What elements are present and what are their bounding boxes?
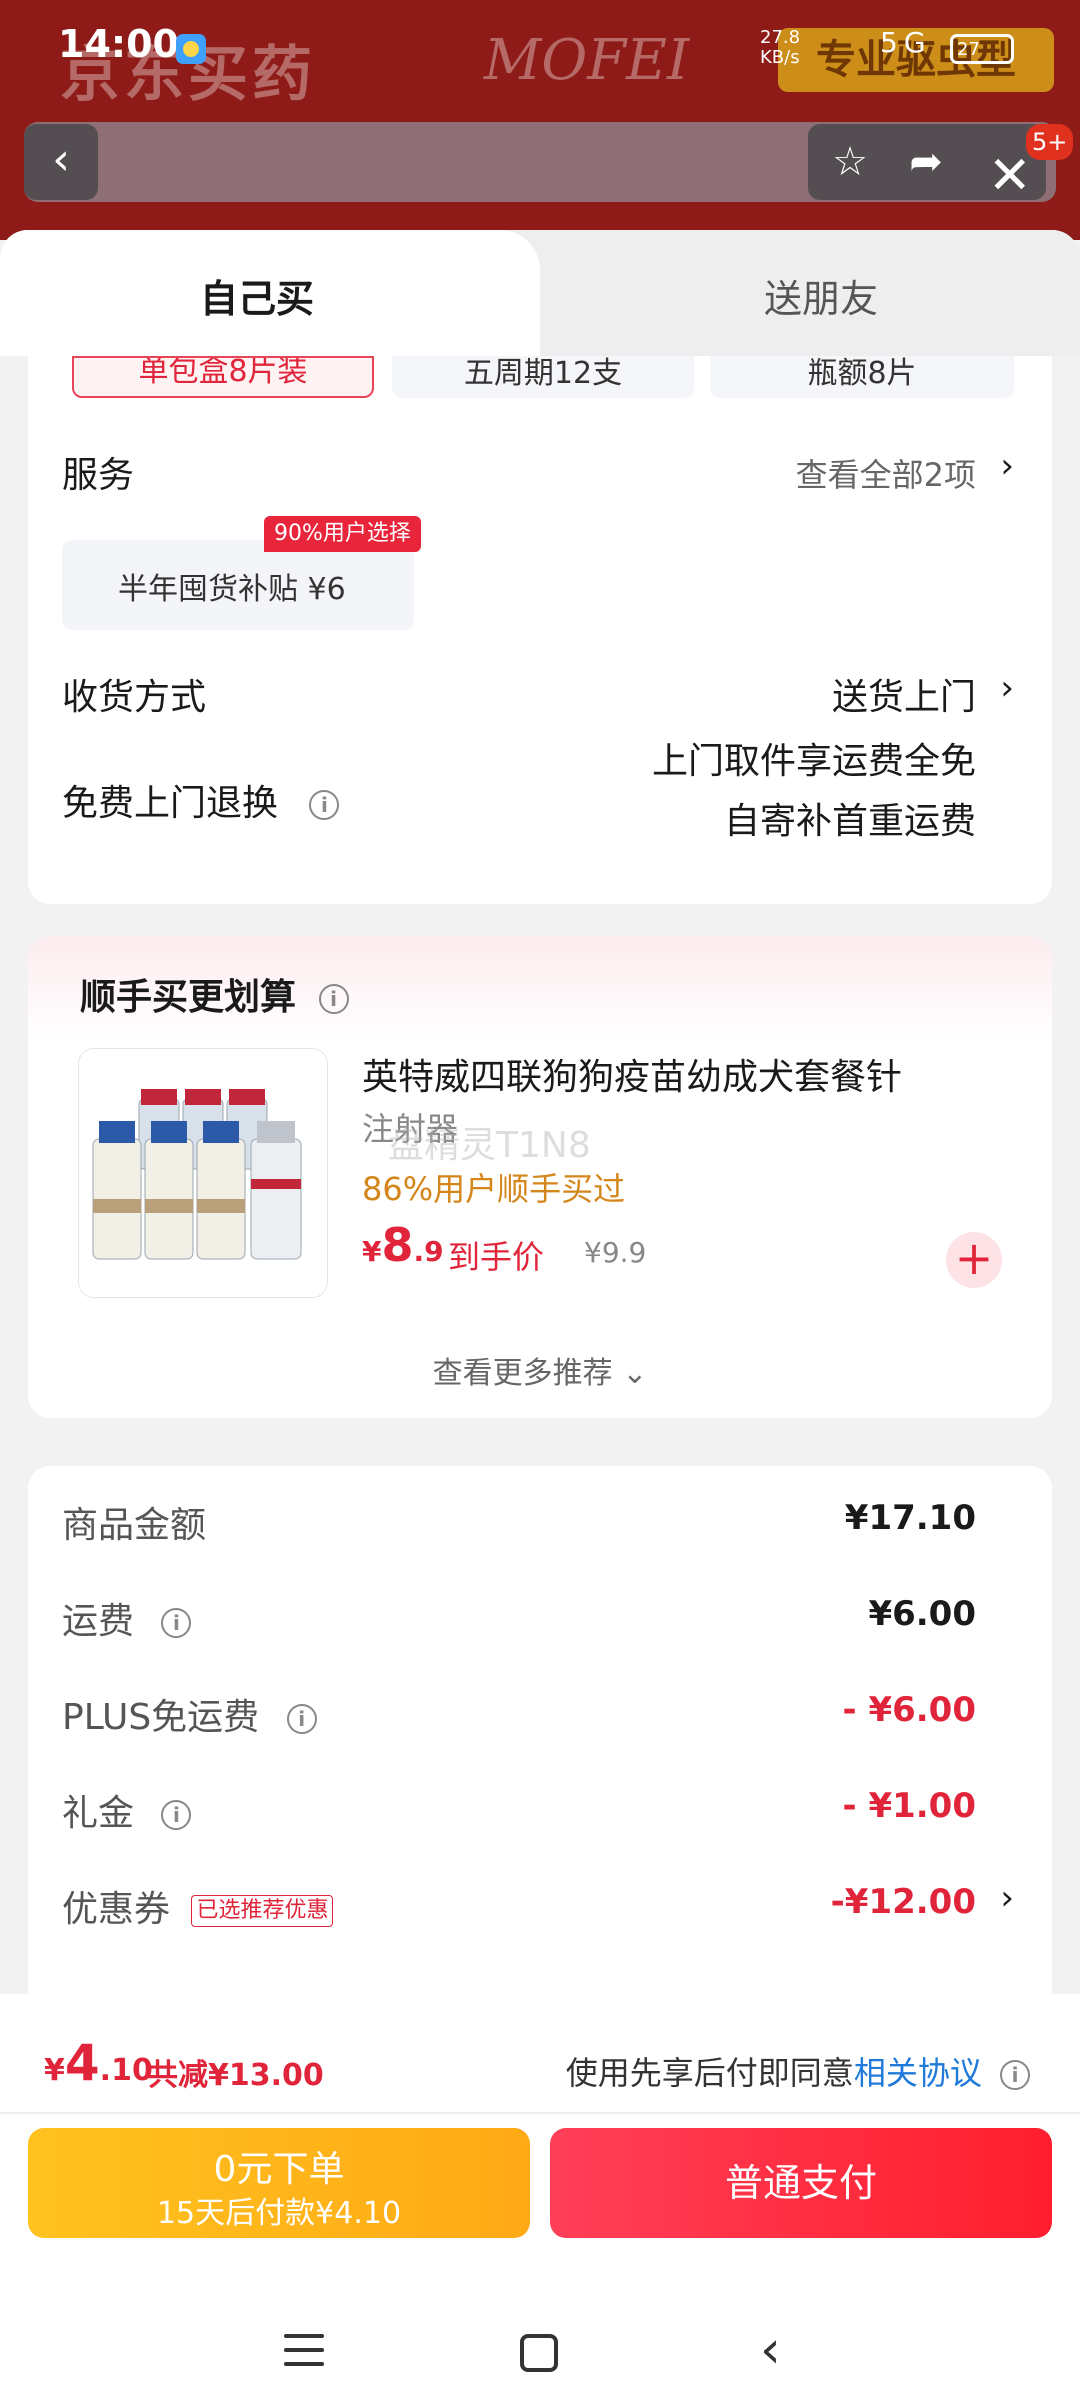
system-nav-bar: ‹ <box>0 2290 1080 2400</box>
close-icon[interactable]: ✕ <box>988 150 1032 202</box>
divider <box>0 2112 1080 2114</box>
pay-later-button[interactable]: 0元下单 15天后付款¥4.10 <box>28 2128 530 2238</box>
plus-shipping-label: PLUS免运费 i <box>62 1688 317 1740</box>
total-price-integer: 4 <box>64 2034 100 2092</box>
delivery-value[interactable]: 送货上门 <box>832 668 976 720</box>
service-view-all[interactable]: 查看全部2项 <box>796 450 976 496</box>
checkout-bottom-bar: ¥4.10 共减¥13.00 使用先享后付即同意相关协议 i 0元下单 15天后… <box>0 1994 1080 2400</box>
pay-now-button[interactable]: 普通支付 <box>550 2128 1052 2238</box>
network-label: 5G <box>880 26 932 59</box>
options-card: 单包盒8片装 五周期12支 瓶额8片 服务 查看全部2项 › 半年囤货补贴 ¥6… <box>28 356 1052 904</box>
agreement-notice: 使用先享后付即同意相关协议 i <box>566 2048 1030 2094</box>
pay-later-label: 0元下单 <box>213 2149 345 2190</box>
net-speed-unit: KB/s <box>760 47 800 68</box>
total-price-symbol: ¥ <box>44 2053 65 2088</box>
status-time: 14:00 <box>58 22 179 66</box>
return-line2: 自寄补首重运费 <box>723 801 976 842</box>
menu-icon[interactable] <box>284 2334 324 2368</box>
home-icon[interactable] <box>520 2334 558 2372</box>
chevron-right-icon[interactable]: › <box>1000 1878 1014 1918</box>
spec-option-label: 单包盒8片装 <box>138 356 308 389</box>
return-label-text: 免费上门退换 <box>62 783 279 824</box>
original-price: ¥9.9 <box>584 1236 647 1269</box>
gift-label-text: 礼金 <box>62 1793 135 1834</box>
spec-option-label: 瓶额8片 <box>807 356 917 391</box>
agreement-text: 使用先享后付即同意 <box>565 2054 854 2092</box>
service-option[interactable]: 半年囤货补贴 ¥6 <box>62 540 414 630</box>
coupon-tag: 已选推荐优惠 <box>191 1895 334 1927</box>
return-line1: 上门取件享运费全免 <box>651 741 976 782</box>
net-speed-value: 27.8 <box>760 27 801 48</box>
star-icon[interactable]: ☆ <box>828 142 872 186</box>
price-summary-card: 商品金额 ¥17.10 运费 i ¥6.00 PLUS免运费 i - ¥6.00… <box>28 1466 1052 2066</box>
product-image[interactable] <box>78 1048 328 1298</box>
plus-shipping-label-text: PLUS免运费 <box>62 1697 260 1738</box>
recommend-title: 顺手买更划算 i <box>80 968 349 1020</box>
service-label: 服务 <box>62 455 135 496</box>
tab-bar: 自己买 送朋友 <box>0 230 1080 356</box>
back-icon[interactable]: ‹ <box>760 2320 781 2380</box>
goods-amount-label: 商品金额 <box>62 1505 207 1546</box>
battery-level: 27 <box>957 39 980 60</box>
recommend-card: 顺手买更划算 i 英特威四联狗狗疫苗幼成犬套餐针 注射器 盘精灵T1N8 86%… <box>28 936 1052 1418</box>
price-decimal: .9 <box>413 1235 444 1268</box>
tab-friend[interactable]: 送朋友 <box>764 268 878 323</box>
chevron-right-icon[interactable]: › <box>1000 446 1014 486</box>
shipping-label: 运费 i <box>62 1592 192 1644</box>
coupon-label: 优惠券 <box>62 1889 171 1930</box>
shipping-label-text: 运费 <box>62 1601 135 1642</box>
agreement-link[interactable]: 相关协议 <box>854 2054 982 2092</box>
battery-icon: 27 <box>950 34 1014 64</box>
spec-option[interactable]: 单包盒8片装 <box>72 356 374 398</box>
return-label: 免费上门退换 i <box>62 774 340 826</box>
spec-option-label: 五周期12支 <box>463 356 623 391</box>
info-icon[interactable]: i <box>1000 2060 1030 2090</box>
delivery-label: 收货方式 <box>62 677 207 718</box>
total-price: ¥4.10 <box>44 2034 153 2092</box>
info-icon[interactable]: i <box>286 1704 317 1734</box>
tab-self-label: 自己买 <box>200 277 315 321</box>
price-integer: 8 <box>381 1218 414 1272</box>
price-symbol: ¥ <box>362 1235 382 1268</box>
goods-amount-value: ¥17.10 <box>844 1498 976 1538</box>
service-option-tag: 90%用户选择 <box>264 516 421 552</box>
chevron-right-icon[interactable]: › <box>1000 668 1014 708</box>
total-reduction: 共减¥13.00 <box>148 2058 324 2093</box>
more-recommend-label: 查看更多推荐 <box>432 1356 613 1391</box>
price-tag: 到手价 <box>448 1238 545 1276</box>
tab-self[interactable]: 自己买 <box>0 230 540 356</box>
gift-label: 礼金 i <box>62 1784 192 1836</box>
coupon-row[interactable]: 优惠券 已选推荐优惠 <box>62 1880 334 1932</box>
info-icon[interactable]: i <box>318 984 349 1014</box>
gift-value: - ¥1.00 <box>842 1786 977 1826</box>
info-icon[interactable]: i <box>309 790 340 820</box>
net-speed: 27.8 KB/s <box>760 28 800 68</box>
pay-later-sublabel: 15天后付款¥4.10 <box>156 2196 402 2231</box>
recommend-title-text: 顺手买更划算 <box>80 977 297 1018</box>
shipping-value: ¥6.00 <box>868 1594 976 1634</box>
coupon-value[interactable]: -¥12.00 <box>831 1882 976 1922</box>
banner-text: MOFEI <box>484 28 690 93</box>
spec-option[interactable]: 五周期12支 <box>392 356 694 398</box>
message-badge: 5+ <box>1026 124 1074 160</box>
checkout-sheet: 自己买 送朋友 单包盒8片装 五周期12支 瓶额8片 服务 查看全部2项 › 半… <box>0 230 1080 2400</box>
app-notification-icon <box>176 34 206 64</box>
back-button[interactable]: ‹ <box>24 124 98 200</box>
more-recommend-link[interactable]: 查看更多推荐 ⌄ <box>28 1348 1052 1392</box>
product-buyers: 86%用户顺手买过 <box>362 1170 626 1208</box>
product-name[interactable]: 英特威四联狗狗疫苗幼成犬套餐针 <box>362 1048 902 1100</box>
service-option-label: 半年囤货补贴 ¥6 <box>118 572 346 607</box>
info-icon[interactable]: i <box>161 1800 192 1830</box>
total-price-decimal: .10 <box>99 2053 153 2088</box>
share-icon[interactable]: ➦ <box>904 142 948 186</box>
plus-shipping-value: - ¥6.00 <box>842 1690 977 1730</box>
spec-option[interactable]: 瓶额8片 <box>710 356 1014 398</box>
watermark: 盘精灵T1N8 <box>388 1125 591 1166</box>
chevron-down-icon: ⌄ <box>622 1356 648 1391</box>
vaccine-vials-image <box>79 1049 327 1297</box>
product-price: ¥8.9 <box>362 1218 444 1272</box>
info-icon[interactable]: i <box>161 1608 192 1638</box>
add-to-order-button[interactable]: + <box>946 1232 1002 1288</box>
